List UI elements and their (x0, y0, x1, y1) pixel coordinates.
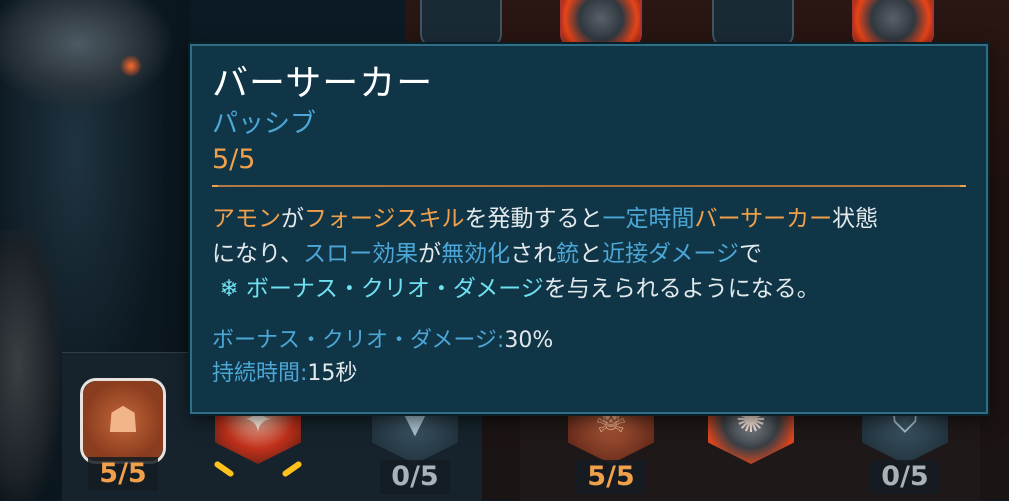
stat-row: 持続時間:15秒 (212, 361, 358, 386)
top-skill-slot-3[interactable] (712, 0, 794, 48)
description-line-2: になり、スロー効果が無効化され銃と近接ダメージで (212, 241, 762, 267)
skill-tooltip: バーサーカー パッシブ 5/5 アモンがフォージスキルを発動すると一定時間バーサ… (190, 44, 988, 414)
description-line-3: ❄ ボーナス・クリオ・ダメージを与えられるようになる。 (219, 276, 820, 302)
rock-art (0, 230, 60, 500)
skill-stats: ボーナス・クリオ・ダメージ:30% 持続時間:15秒 (212, 324, 553, 390)
skill-description: アモンがフォージスキルを発動すると一定時間バーサーカー状態 になり、スロー効果が… (212, 202, 972, 307)
demon-face-icon: ☗ (106, 400, 140, 441)
top-skill-slot-4[interactable] (852, 0, 934, 48)
divider (212, 185, 966, 187)
skill-node-berserker[interactable]: ☗ 5/5 (80, 378, 166, 491)
snowflake-icon: ❄ (219, 276, 239, 302)
skill-type: パッシブ (212, 109, 317, 139)
description-line-1: アモンがフォージスキルを発動すると一定時間バーサーカー状態 (212, 206, 879, 232)
skill-node-count: 0/5 (380, 460, 450, 494)
top-skill-slot-1[interactable] (420, 0, 502, 48)
top-skill-slot-2[interactable] (560, 0, 642, 48)
skill-node-count: 5/5 (88, 457, 158, 491)
robot-character-art (0, 0, 175, 110)
skill-node-count: 0/5 (870, 460, 940, 494)
stat-row: ボーナス・クリオ・ダメージ:30% (212, 328, 554, 353)
skill-node-count: 5/5 (576, 460, 646, 494)
skill-level: 5/5 (212, 144, 256, 175)
skill-title: バーサーカー (212, 63, 434, 104)
